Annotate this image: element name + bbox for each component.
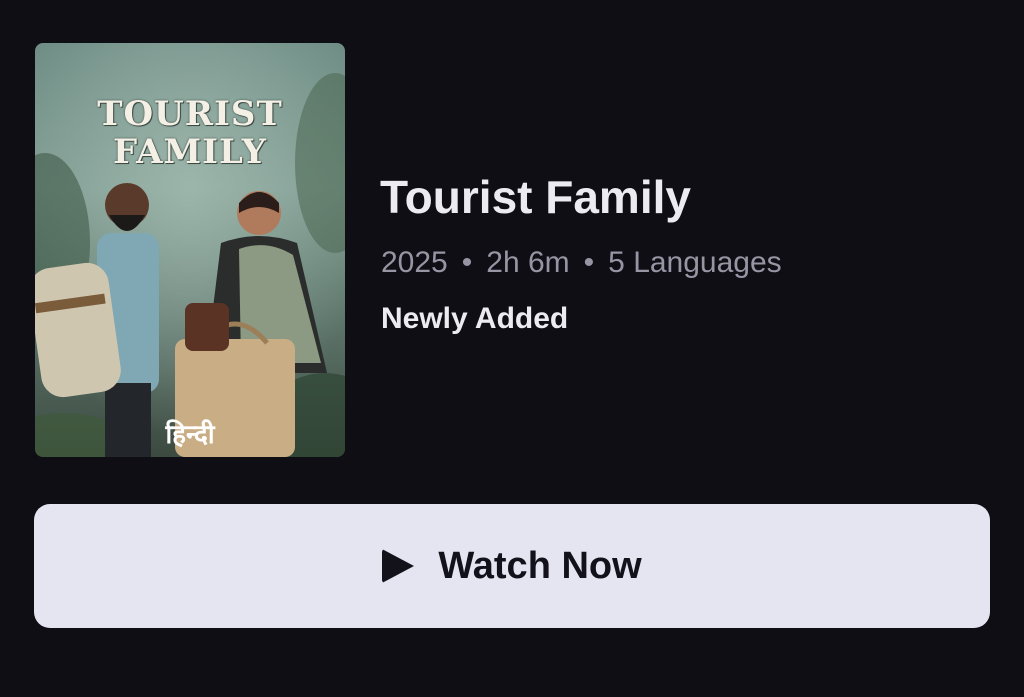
movie-meta: 2025 • 2h 6m • 5 Languages — [381, 246, 782, 280]
movie-duration: 2h 6m — [486, 246, 570, 279]
watch-now-label: Watch Now — [438, 544, 642, 587]
meta-separator: • — [583, 246, 595, 279]
poster-title-art: TOURIST FAMILY — [35, 95, 345, 171]
meta-separator: • — [461, 246, 473, 279]
movie-title: Tourist Family — [380, 171, 691, 223]
poster-title-line-2: FAMILY — [112, 132, 268, 172]
movie-languages: 5 Languages — [608, 246, 782, 279]
watch-now-button[interactable]: Watch Now — [34, 504, 990, 628]
poster-language-label: हिन्दी — [165, 420, 215, 450]
play-icon — [382, 549, 415, 583]
poster-title-line-1: TOURIST — [97, 94, 283, 134]
movie-year: 2025 — [381, 246, 448, 279]
movie-card: TOURIST FAMILY हिन्दी Tourist Family 202… — [0, 0, 1024, 697]
movie-poster[interactable]: TOURIST FAMILY हिन्दी — [35, 43, 345, 457]
newly-added-tag: Newly Added — [381, 302, 569, 335]
